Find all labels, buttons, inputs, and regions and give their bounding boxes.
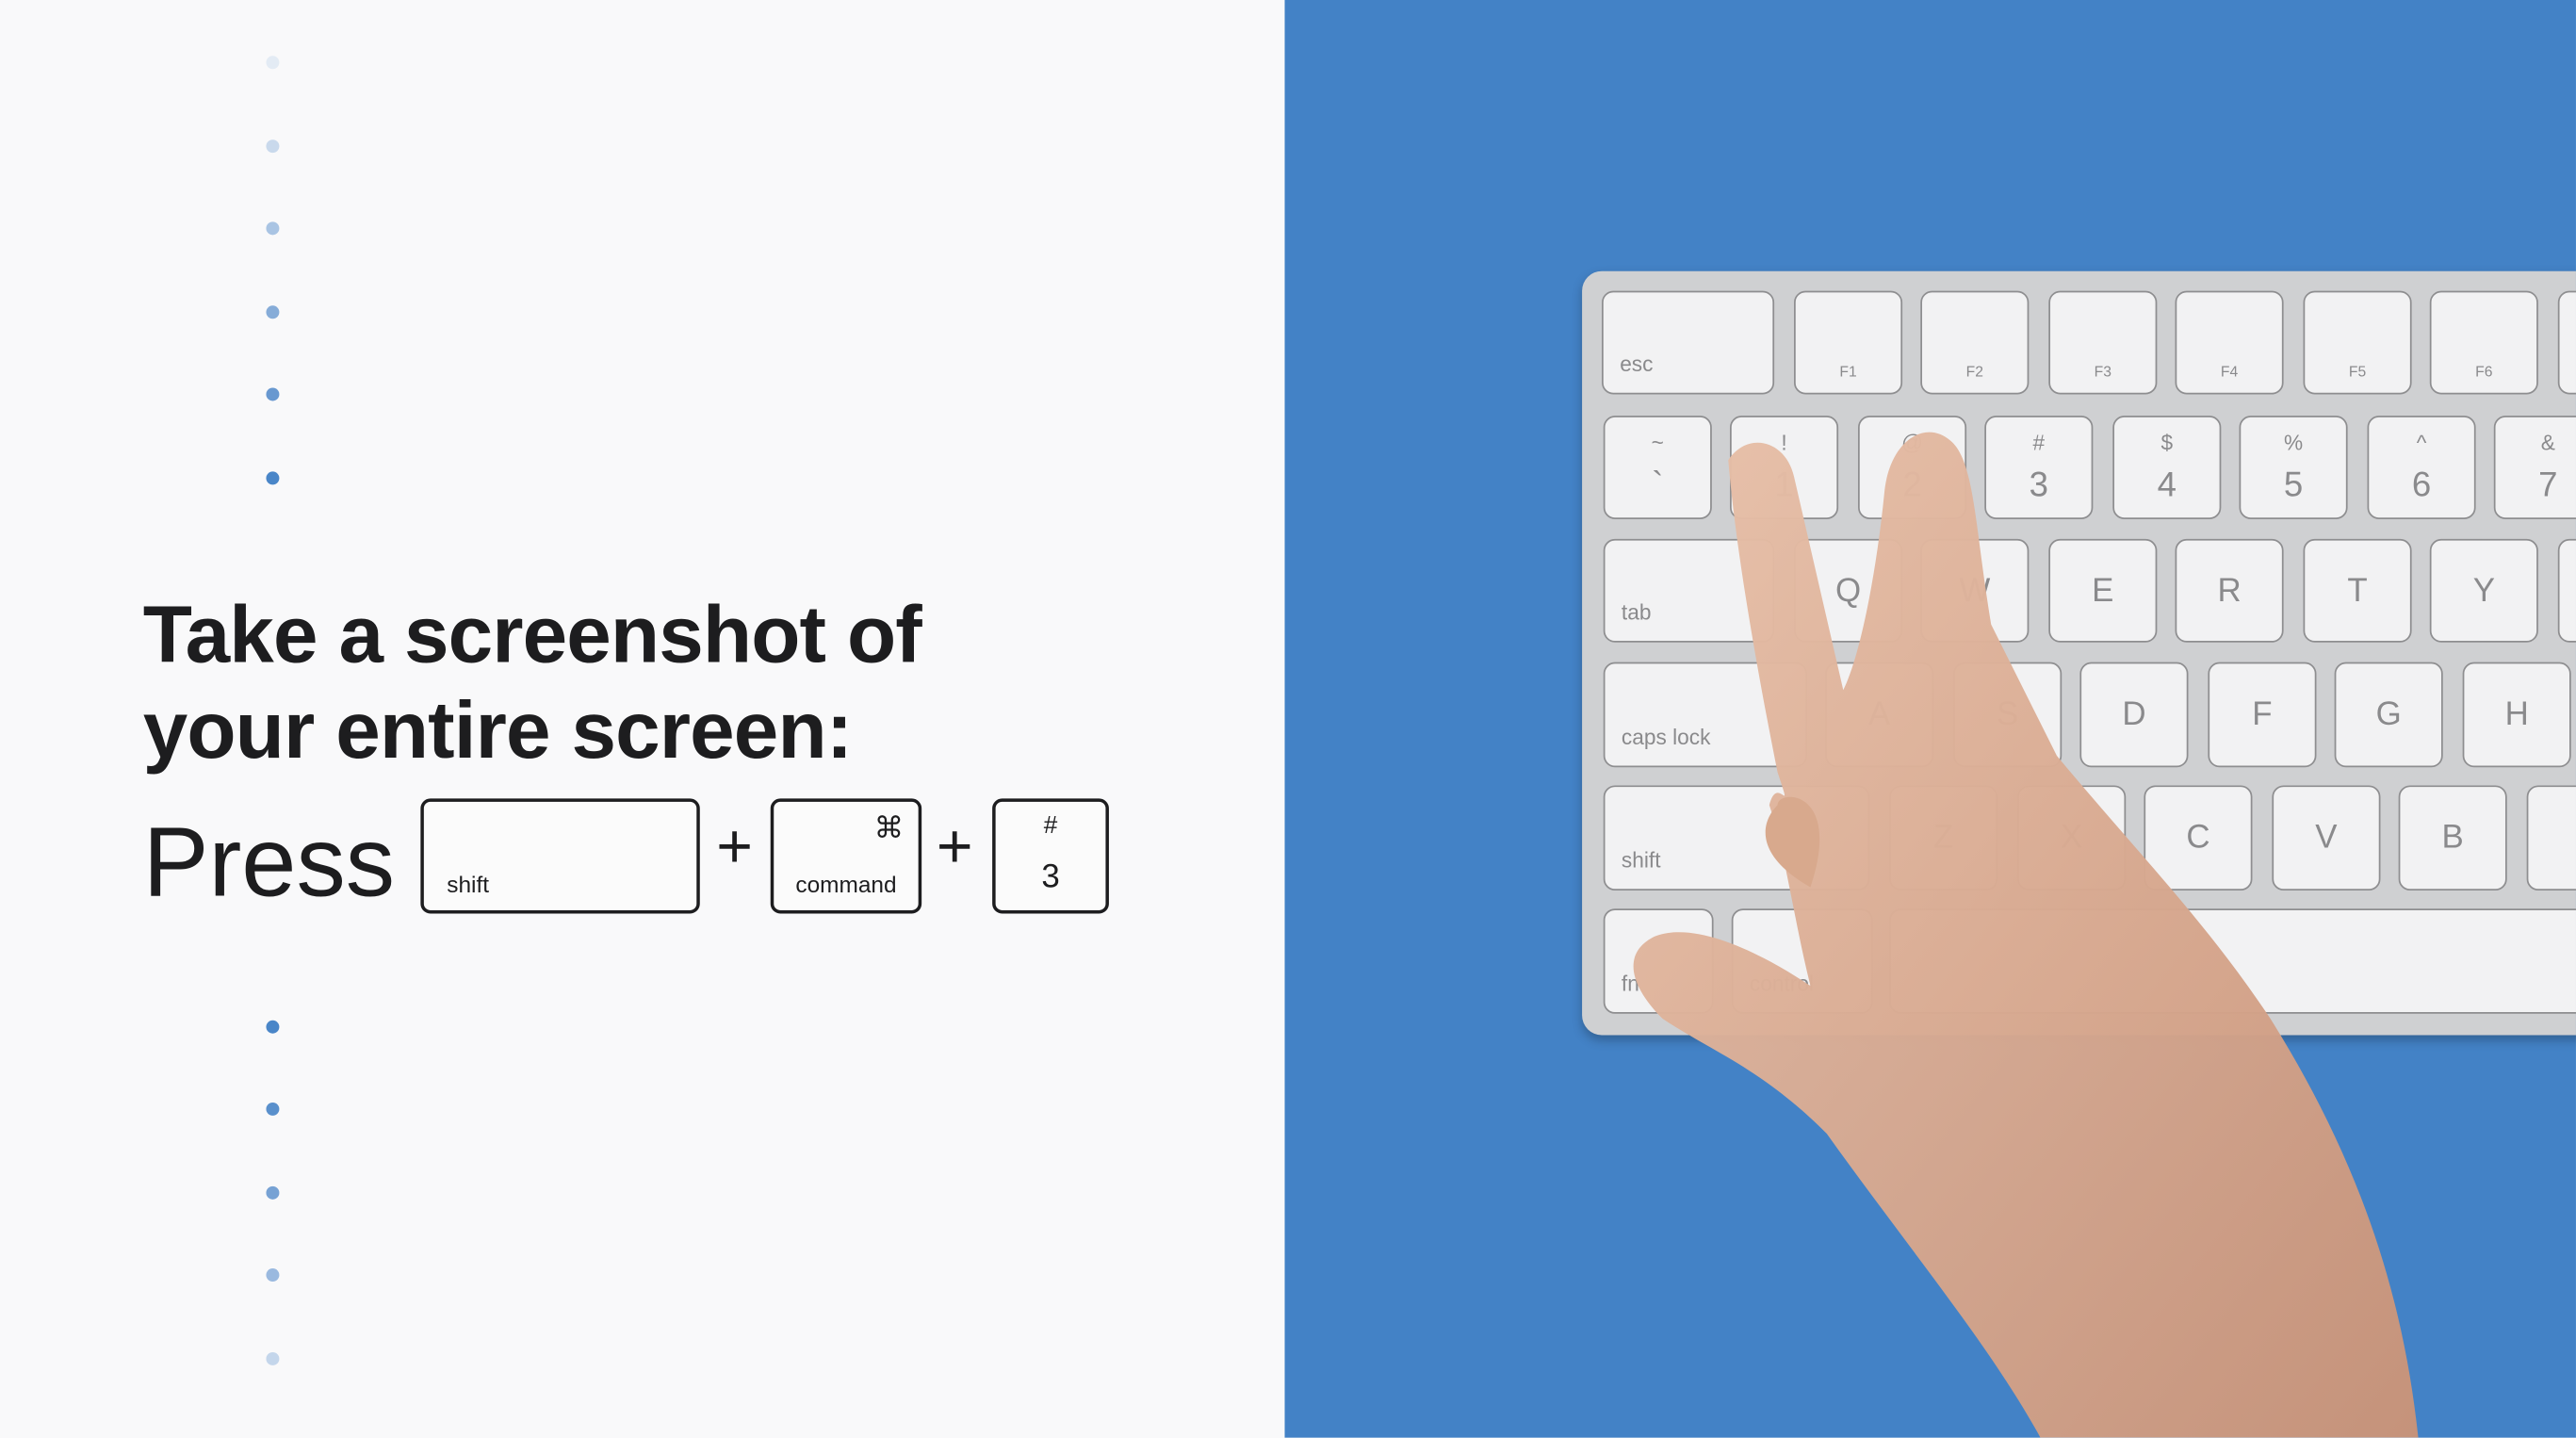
progress-dot: [266, 1185, 280, 1200]
progress-dot: [266, 221, 280, 236]
progress-dot: [266, 387, 280, 401]
progress-dot: [266, 1102, 280, 1116]
shift-key-graphic: shift: [420, 798, 700, 914]
hand-illustration: [1633, 432, 2419, 1438]
progress-dot: [266, 1268, 280, 1283]
heading-line-2: your entire screen:: [142, 686, 854, 776]
command-key-label: command: [795, 871, 897, 898]
progress-dot: [266, 471, 280, 485]
three-key-graphic: # 3: [992, 798, 1109, 914]
progress-dot: [266, 56, 280, 70]
progress-dot: [266, 305, 280, 319]
keyboard-photo: escF1F2F3F4F5F6~`!1@2#3$4%5^6&7tabQWERTY…: [1284, 0, 2576, 1438]
shift-key-label: shift: [447, 871, 490, 898]
press-label: Press: [142, 807, 396, 917]
heading: Take a screenshot of your entire screen:: [142, 588, 922, 778]
progress-dot: [266, 139, 280, 154]
heading-line-1: Take a screenshot of: [142, 591, 922, 680]
plus-sign: +: [936, 813, 973, 883]
progress-dot: [266, 1020, 280, 1034]
command-icon: ⌘: [873, 811, 904, 845]
progress-dot: [266, 1351, 280, 1365]
plus-sign: +: [716, 813, 753, 883]
hash-symbol: #: [1043, 811, 1058, 840]
command-key-graphic: ⌘ command: [770, 798, 922, 914]
three-key-label: 3: [1041, 858, 1060, 896]
instruction-panel: Take a screenshot of your entire screen:…: [0, 0, 1285, 1438]
